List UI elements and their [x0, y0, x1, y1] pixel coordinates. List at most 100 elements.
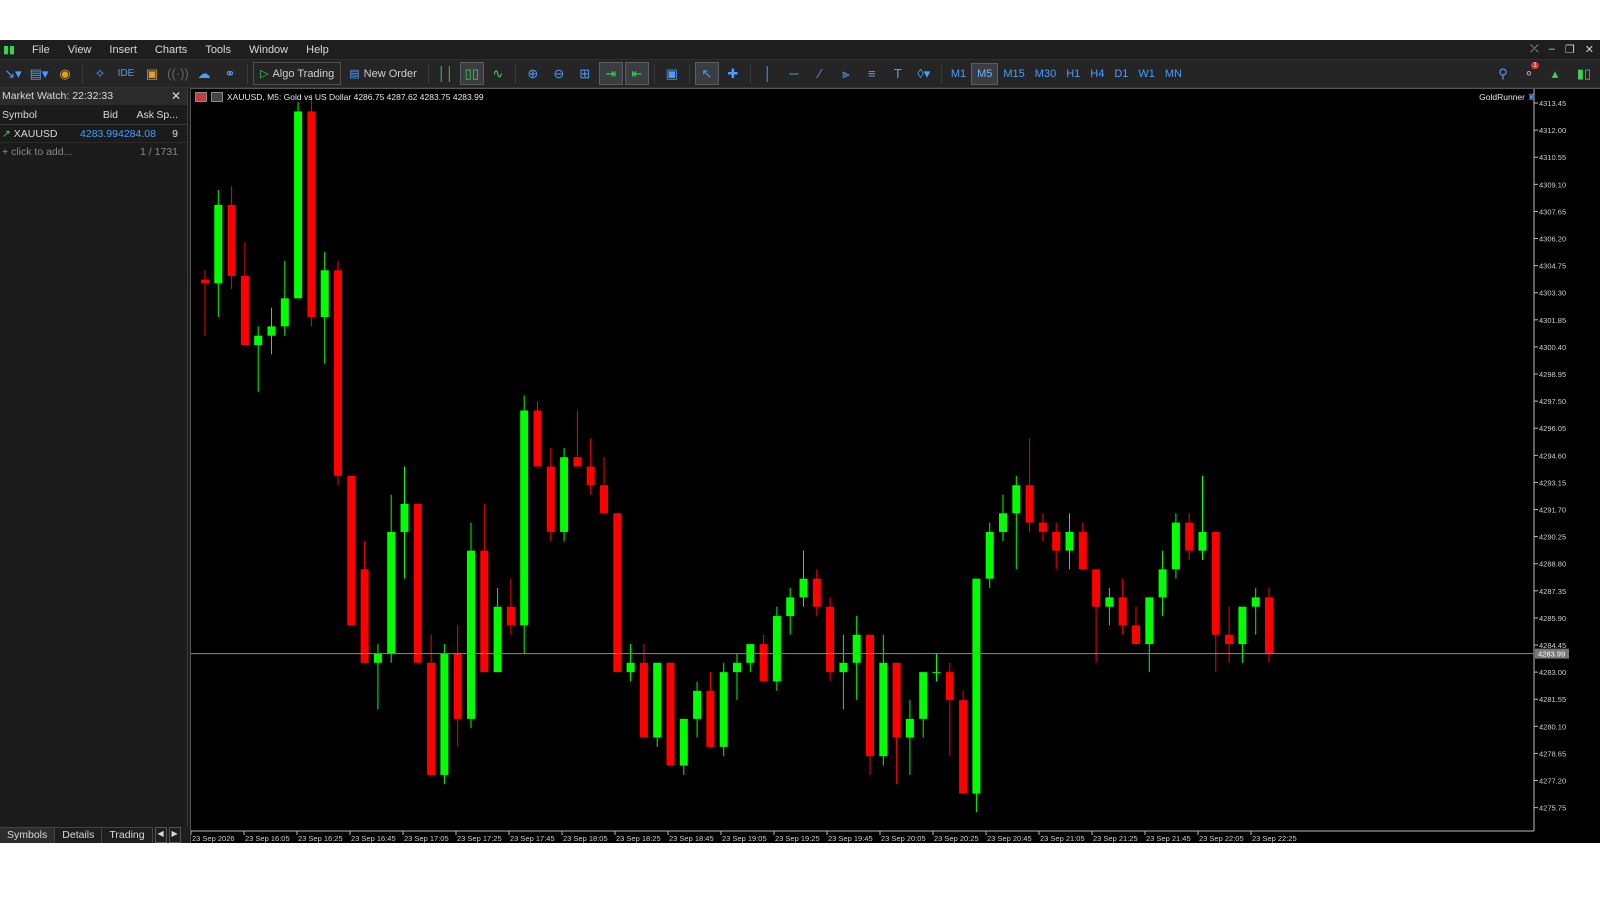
time-tick-label: 23 Sep 16:25 [298, 834, 343, 843]
timeframe-d1[interactable]: D1 [1109, 63, 1133, 85]
candle-body [839, 662, 848, 673]
tile-windows-icon[interactable]: ⊞ [573, 62, 597, 85]
cursor-icon[interactable]: ↖ [694, 62, 719, 85]
column-header-symbol[interactable]: Symbol [0, 109, 78, 121]
signal-strength-icon[interactable]: ▴ [1543, 62, 1567, 85]
menu-insert[interactable]: Insert [100, 44, 146, 56]
fibonacci-icon[interactable]: ≡ [860, 62, 884, 85]
candle-body [560, 457, 569, 532]
candle-body [334, 270, 342, 476]
market-watch-header: Symbol Bid Ask Sp... [0, 105, 187, 125]
menu-help[interactable]: Help [297, 44, 338, 56]
candle-body [307, 111, 316, 318]
timeframe-w1[interactable]: W1 [1133, 63, 1160, 85]
timeframe-m15[interactable]: M15 [998, 63, 1029, 85]
screenshot-icon[interactable]: ▣ [660, 62, 684, 85]
candle-body [852, 634, 861, 663]
horizontal-line-icon[interactable]: ─ [782, 62, 806, 85]
column-header-spread[interactable]: Sp... [154, 109, 184, 121]
channel-icon[interactable]: ⫸ [834, 62, 858, 85]
price-tick-label: 4312.00 [1539, 126, 1566, 135]
candle-body [905, 718, 914, 738]
disconnect-icon[interactable]: ⤫ [1530, 43, 1539, 56]
close-icon[interactable]: ✕ [171, 88, 181, 105]
vps-icon[interactable]: ⚭ [218, 62, 242, 85]
price-tick-label: 4301.85 [1539, 316, 1566, 325]
notifications-icon[interactable]: ⚬ 1 [1517, 62, 1541, 85]
algo-trading-button[interactable]: ▷ Algo Trading [253, 62, 342, 85]
chart-type-icon[interactable]: ↘▾ [1, 62, 25, 85]
timeframe-h1[interactable]: H1 [1061, 63, 1085, 85]
zoom-out-icon[interactable]: ⊖ [547, 62, 571, 85]
menu-tools[interactable]: Tools [196, 44, 240, 56]
trend-up-icon: ↗ [2, 127, 11, 140]
spread-cell: 9 [172, 127, 178, 140]
scroll-left-icon[interactable]: ◀ [154, 827, 167, 843]
timeframe-m30[interactable]: M30 [1030, 63, 1061, 85]
close-icon[interactable]: ✕ [1585, 43, 1594, 56]
tab-trading[interactable]: Trading [102, 827, 153, 843]
add-symbol-row[interactable]: + click to add... 1 / 1731 [0, 143, 187, 161]
zoom-in-icon[interactable]: ⊕ [521, 62, 545, 85]
menu-charts[interactable]: Charts [146, 44, 196, 56]
candlestick-icon[interactable]: ▯▯ [459, 62, 484, 85]
trendline-icon[interactable]: ∕ [808, 62, 832, 85]
time-tick-label: 23 Sep 17:05 [404, 834, 449, 843]
timeframe-h4[interactable]: H4 [1085, 63, 1109, 85]
candle-body [1238, 606, 1247, 645]
time-tick-label: 23 Sep 20:25 [934, 834, 979, 843]
menu-file[interactable]: File [23, 44, 59, 56]
ide-button[interactable]: IDE [114, 62, 138, 85]
vertical-line-icon[interactable]: │ [756, 62, 780, 85]
timeframe-m5[interactable]: M5 [971, 62, 999, 85]
order-icon: ▤ [349, 68, 360, 80]
text-icon[interactable]: T [886, 62, 910, 85]
connection-bar-icon[interactable]: ▮▯ [1569, 62, 1599, 85]
line-chart-icon[interactable]: ∿ [486, 62, 510, 85]
search-icon[interactable]: ⚲ [1491, 62, 1515, 85]
tab-symbols[interactable]: Symbols [0, 827, 56, 843]
crosshair-icon[interactable]: ✚ [721, 62, 745, 85]
price-tick-label: 4291.70 [1539, 506, 1566, 515]
candle-body [945, 672, 954, 701]
column-header-ask[interactable]: Ask [118, 109, 154, 121]
menu-view[interactable]: View [59, 44, 101, 56]
symbol-count: 1 / 1731 [140, 146, 178, 158]
bar-chart-icon[interactable]: ││ [434, 62, 458, 85]
price-tick-label: 4313.45 [1539, 99, 1566, 108]
timeframe-m1[interactable]: M1 [946, 63, 971, 85]
radio-icon[interactable]: ((·)) [166, 62, 190, 85]
new-order-button[interactable]: ▤ New Order [343, 62, 423, 85]
restore-icon[interactable]: ❐ [1565, 43, 1575, 56]
ask-cell: 4284.08 [118, 127, 156, 140]
column-header-bid[interactable]: Bid [78, 109, 118, 121]
toolbar: ↘▾ ▤▾ ◉ ✧ IDE ▣ ((·)) ☁ ⚭ ▷ Algo Trading… [0, 59, 1600, 88]
notification-badge: 1 [1531, 62, 1539, 69]
template-icon[interactable]: ▤▾ [27, 62, 51, 85]
candle-body [1211, 531, 1220, 635]
tab-details[interactable]: Details [55, 827, 103, 843]
minimize-icon[interactable]: – [1549, 43, 1555, 56]
add-symbol-text: click to add... [11, 146, 73, 158]
chart-header: XAUUSD, M5: Gold vs US Dollar 4286.75 42… [195, 92, 484, 102]
scroll-right-icon[interactable]: ▶ [168, 827, 181, 843]
candle-body [706, 690, 715, 747]
chart-shift-icon[interactable]: ⇤ [624, 62, 649, 85]
shapes-icon[interactable]: ◊▾ [912, 62, 936, 85]
cloud-icon[interactable]: ☁ [192, 62, 216, 85]
autoscroll-icon[interactable]: ⇥ [598, 62, 623, 85]
candle-body [972, 578, 981, 794]
ea-name: GoldRunner [1479, 92, 1525, 102]
candlestick-chart[interactable]: 4313.45 4312.00 4310.55 4309.10 4307.65 4306.… [191, 89, 1600, 844]
dollar-icon[interactable]: ◉ [53, 62, 77, 85]
timeframe-mn[interactable]: MN [1160, 63, 1187, 85]
table-row[interactable]: ↗ XAUUSD 4283.99 4284.08 9 [0, 125, 187, 143]
expert-advisor-label[interactable]: GoldRunner ♜ [1479, 92, 1535, 103]
menu-window[interactable]: Window [240, 44, 297, 56]
time-tick-label: 23 Sep 21:05 [1040, 834, 1085, 843]
price-tick-label: 4280.10 [1539, 722, 1566, 731]
signals-icon[interactable]: ✧ [88, 62, 112, 85]
market-icon[interactable]: ▣ [140, 62, 164, 85]
menu-bar: ▮▮ File View Insert Charts Tools Window … [0, 40, 1600, 59]
chart-window[interactable]: 4313.45 4312.00 4310.55 4309.10 4307.65 4306.… [190, 88, 1600, 844]
